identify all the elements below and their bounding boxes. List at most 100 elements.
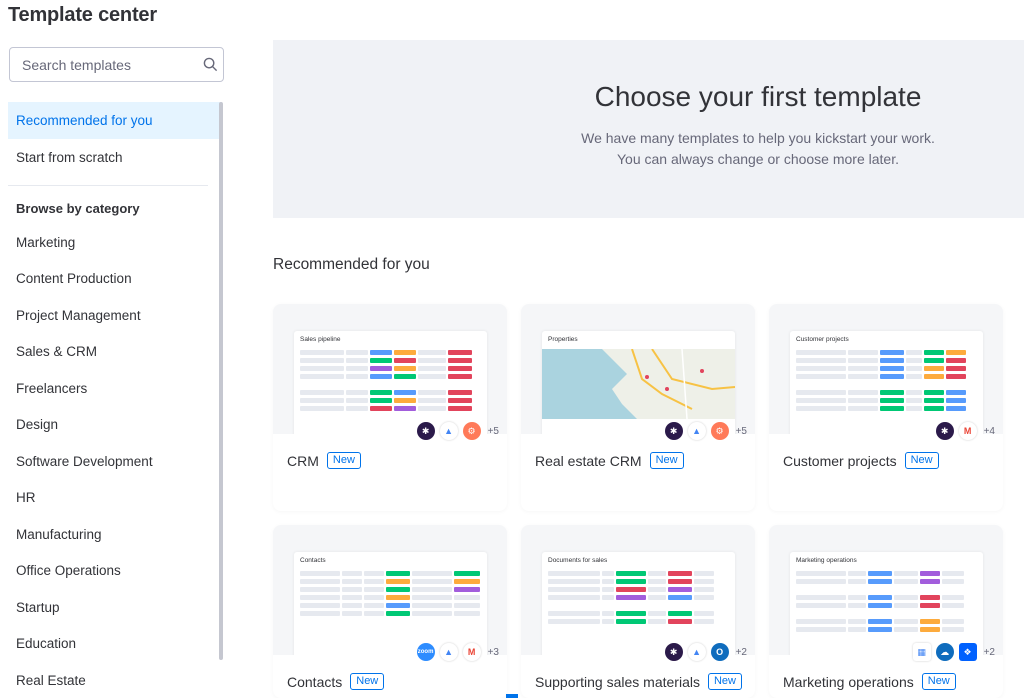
template-preview: Sales pipeline <box>273 304 507 434</box>
preview-row <box>300 594 481 600</box>
template-card-contacts[interactable]: Contacts zoom ▲ M +3 Contacts New <box>273 525 507 698</box>
search-input[interactable] <box>22 56 203 73</box>
sidebar-item-office-operations[interactable]: Office Operations <box>8 553 222 590</box>
sidebar-item-real-estate[interactable]: Real Estate <box>8 662 222 698</box>
new-badge: New <box>921 673 956 690</box>
search-icon[interactable] <box>203 57 218 73</box>
drive-icon: ▲ <box>687 422 706 440</box>
preview-board-title: Documents for sales <box>548 557 608 564</box>
template-name: Contacts <box>287 673 343 690</box>
template-name: Supporting sales materials <box>535 673 700 690</box>
hubspot-icon: ⚙ <box>710 422 729 440</box>
slack-icon: ✱ <box>664 422 683 440</box>
sidebar-item-start-from-scratch[interactable]: Start from scratch <box>8 139 222 176</box>
hero-title: Choose your first template <box>594 81 922 112</box>
template-preview: Documents for sales <box>521 525 755 655</box>
new-badge: New <box>350 673 385 690</box>
preview-board-title: Marketing operations <box>796 557 857 564</box>
template-preview: Customer projects <box>769 304 1003 434</box>
sidebar-item-sales-crm[interactable]: Sales & CRM <box>8 334 222 371</box>
template-name: Customer projects <box>783 452 897 469</box>
sidebar-item-recommended[interactable]: Recommended for you <box>8 102 222 139</box>
preview-board-title: Sales pipeline <box>300 336 341 343</box>
cloud-icon: ☁ <box>935 643 954 661</box>
template-name: CRM <box>287 452 319 469</box>
slack-icon: ✱ <box>935 422 954 440</box>
preview-row <box>300 586 481 592</box>
template-preview: Marketing operations <box>769 525 1003 655</box>
preview-row <box>300 389 481 395</box>
preview-row <box>796 626 977 632</box>
preview-row <box>796 570 977 576</box>
sidebar-item-content-production[interactable]: Content Production <box>8 261 222 298</box>
integration-icons: ✱ M +4 <box>935 422 995 440</box>
outlook-icon: O <box>710 643 729 661</box>
preview-row <box>300 373 481 379</box>
more-integrations-count: +4 <box>983 425 995 437</box>
zoom-icon: zoom <box>416 643 435 661</box>
preview-row <box>796 349 977 355</box>
more-integrations-count: +3 <box>487 646 499 658</box>
hero-subtitle: We have many templates to help you kicks… <box>273 128 1024 170</box>
sidebar-item-manufacturing[interactable]: Manufacturing <box>8 516 222 553</box>
preview-group <box>796 382 977 388</box>
sidebar-item-project-management[interactable]: Project Management <box>8 297 222 334</box>
hero-banner: Choose your first template We have many … <box>273 40 1024 218</box>
preview-row <box>548 586 729 592</box>
page-title: Template center <box>8 4 157 26</box>
gmail-icon: M <box>462 643 481 661</box>
more-integrations-count: +5 <box>487 425 499 437</box>
preview-board: Customer projects <box>790 331 983 434</box>
hubspot-icon: ⚙ <box>462 422 481 440</box>
preview-group <box>548 603 729 609</box>
sidebar-item-hr[interactable]: HR <box>8 480 222 517</box>
preview-row <box>300 578 481 584</box>
preview-board: Marketing operations <box>790 552 983 655</box>
hero-subtitle-line-1: We have many templates to help you kicks… <box>581 130 935 146</box>
template-preview: Contacts <box>273 525 507 655</box>
preview-board-title: Customer projects <box>796 336 849 343</box>
gmail-icon: M <box>958 422 977 440</box>
preview-row <box>300 610 481 616</box>
template-name: Real estate CRM <box>535 452 642 469</box>
sidebar-nav: Recommended for you Start from scratch B… <box>8 102 222 698</box>
template-card-customer-projects[interactable]: Customer projects ✱ M +4 Customer projec… <box>769 304 1003 511</box>
hero-subtitle-line-2: You can always change or choose more lat… <box>617 151 899 167</box>
new-badge: New <box>649 452 684 469</box>
sidebar-item-startup[interactable]: Startup <box>8 589 222 626</box>
browse-by-category-heading: Browse by category <box>16 200 140 216</box>
integration-icons: zoom ▲ M +3 <box>416 643 499 661</box>
calendar-icon: ▦ <box>912 643 931 661</box>
sidebar-item-education[interactable]: Education <box>8 626 222 663</box>
search-box[interactable] <box>9 47 224 82</box>
new-badge: New <box>904 452 939 469</box>
template-card-marketing-operations[interactable]: Marketing operations ▦ ☁ ❖ +2 Marketing … <box>769 525 1003 698</box>
sidebar-item-software-development[interactable]: Software Development <box>8 443 222 480</box>
template-name: Marketing operations <box>783 673 914 690</box>
preview-row <box>300 349 481 355</box>
preview-row <box>548 578 729 584</box>
preview-row <box>796 578 977 584</box>
sidebar-item-freelancers[interactable]: Freelancers <box>8 370 222 407</box>
sidebar-scrollbar[interactable] <box>219 102 223 660</box>
preview-row <box>796 357 977 363</box>
integration-icons: ✱ ▲ ⚙ +5 <box>416 422 499 440</box>
preview-row <box>548 594 729 600</box>
template-preview: Properties <box>521 304 755 434</box>
preview-row <box>796 365 977 371</box>
preview-row <box>300 570 481 576</box>
template-card-real-estate-crm[interactable]: Properties ✱ ▲ ⚙ +5 Real estate CRM New <box>521 304 755 511</box>
integration-icons: ✱ ▲ ⚙ +5 <box>664 422 747 440</box>
preview-row <box>548 618 729 624</box>
preview-board-title: Contacts <box>300 557 326 564</box>
sidebar-item-design[interactable]: Design <box>8 407 222 444</box>
sidebar-item-marketing[interactable]: Marketing <box>8 224 222 261</box>
drive-icon: ▲ <box>687 643 706 661</box>
preview-board: Documents for sales <box>542 552 735 655</box>
template-card-supporting-sales-materials[interactable]: Documents for sales ✱ ▲ O +2 Supporting … <box>521 525 755 698</box>
preview-row <box>548 610 729 616</box>
map-preview <box>542 349 735 419</box>
more-integrations-count: +2 <box>983 646 995 658</box>
template-card-crm[interactable]: Sales pipeline ✱ ▲ ⚙ +5 CRM New <box>273 304 507 511</box>
preview-group <box>300 382 481 388</box>
